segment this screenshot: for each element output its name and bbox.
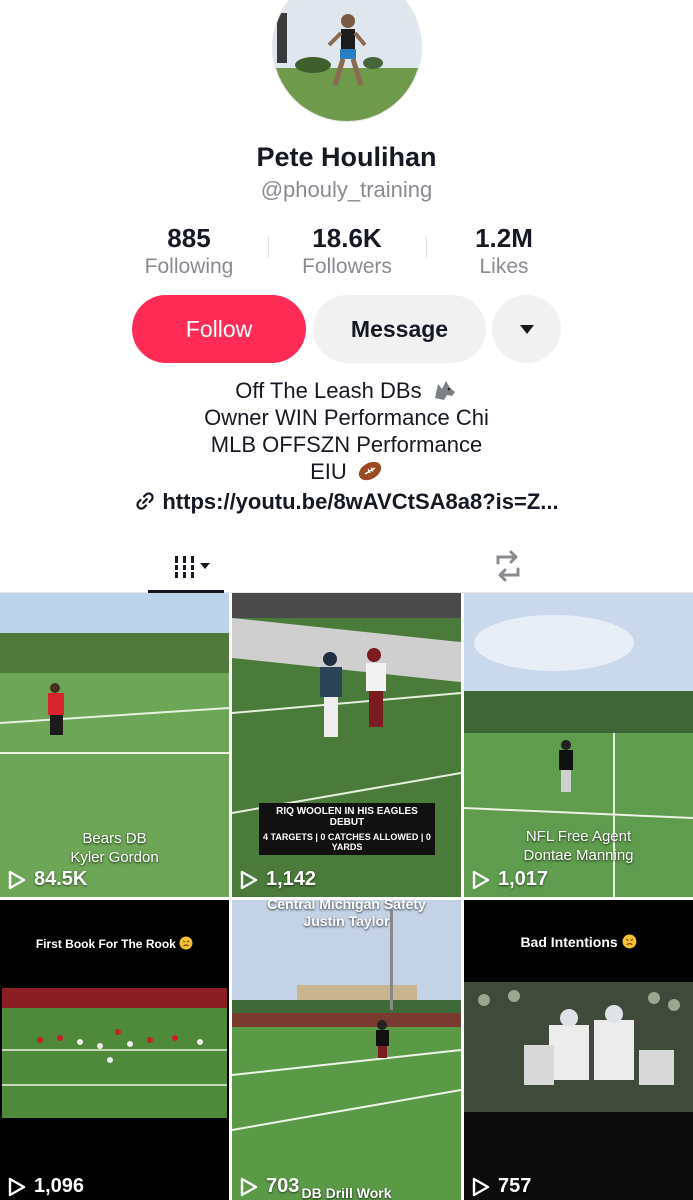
video-view-count: 1,096: [8, 1175, 84, 1198]
pensive-emoji-icon: [179, 936, 193, 950]
stat-following-value: 885: [167, 223, 211, 253]
bio-line-3: MLB OFFSZN Performance: [210, 432, 483, 457]
repost-icon[interactable]: [488, 546, 528, 586]
video-views-text: 1,096: [34, 1175, 85, 1197]
more-options-button[interactable]: [492, 295, 561, 363]
video-caption-line: Dontae Manning: [523, 847, 634, 864]
stat-likes[interactable]: 1.2M Likes: [424, 222, 584, 280]
profile-bio: Off The Leash DBs Owner WIN Performance …: [0, 377, 693, 485]
video-caption: Bad Intentions: [520, 934, 618, 950]
link-icon: [136, 492, 154, 510]
tab-videos[interactable]: [148, 538, 224, 593]
stat-likes-label: Likes: [479, 255, 529, 278]
chevron-down-icon: [519, 324, 534, 334]
video-tile[interactable]: NFL Free Agent Dontae Manning 1,017: [464, 593, 693, 897]
video-caption-line: Kyler Gordon: [70, 849, 159, 866]
video-tile[interactable]: Central Michigan Safety Justin Taylor DB…: [232, 900, 461, 1200]
video-tile[interactable]: Bears DB Kyler Gordon 84.5K: [0, 593, 229, 897]
bio-line-1: Off The Leash DBs: [235, 378, 422, 403]
profile-avatar[interactable]: [272, 0, 422, 122]
play-icon: [472, 870, 490, 889]
video-tile[interactable]: First Book For The Rook 1,096: [0, 900, 229, 1200]
play-icon: [240, 870, 258, 889]
chevron-down-icon: [200, 562, 210, 569]
video-view-count: 1,142: [240, 868, 316, 891]
stat-followers[interactable]: 18.6K Followers: [267, 222, 427, 280]
video-caption-line: Justin Taylor: [303, 913, 390, 929]
stat-following[interactable]: 885 Following: [109, 222, 269, 280]
play-icon: [8, 870, 26, 889]
video-view-count: 84.5K: [8, 868, 87, 891]
video-caption: First Book For The Rook: [35, 937, 176, 951]
video-thumbnail: [232, 900, 461, 1200]
stat-following-label: Following: [144, 255, 234, 278]
bio-link[interactable]: https://youtu.be/8wAVCtSA8a8?is=Z...: [0, 489, 693, 515]
stat-followers-label: Followers: [302, 255, 392, 278]
profile-tabs: [0, 538, 693, 593]
follow-button[interactable]: Follow: [132, 295, 306, 363]
bio-link-text: https://youtu.be/8wAVCtSA8a8?is=Z...: [162, 489, 559, 514]
video-views-text: 703: [266, 1175, 300, 1197]
video-caption-line: NFL Free Agent: [525, 828, 632, 845]
bio-line-2: Owner WIN Performance Chi: [204, 405, 489, 430]
video-banner-subtitle: 4 TARGETS | 0 CATCHES ALLOWED | 0 YARDS: [259, 829, 435, 855]
grid-icon: [173, 555, 210, 578]
video-views-text: 757: [498, 1175, 532, 1197]
pensive-emoji-icon: [622, 934, 637, 949]
play-icon: [240, 1177, 258, 1196]
profile-stats: 885 Following 18.6K Followers 1.2M Likes: [0, 222, 693, 282]
video-banner-title: RIQ WOOLEN IN HIS EAGLES DEBUT: [259, 803, 435, 831]
message-button[interactable]: Message: [313, 295, 486, 363]
stat-followers-value: 18.6K: [312, 223, 382, 253]
video-tile[interactable]: Bad Intentions 757: [464, 900, 693, 1200]
video-tile[interactable]: RIQ WOOLEN IN HIS EAGLES DEBUT 4 TARGETS…: [232, 593, 461, 897]
video-caption-line: Central Michigan Safety: [267, 900, 426, 912]
play-icon: [472, 1177, 490, 1196]
play-icon: [8, 1177, 26, 1196]
video-view-count: 703: [240, 1175, 299, 1198]
video-views-text: 1,017: [498, 868, 549, 890]
profile-name: Pete Houlihan: [256, 142, 437, 172]
wolf-emoji-icon: [434, 381, 455, 400]
video-views-text: 1,142: [266, 868, 317, 890]
video-view-count: 1,017: [472, 868, 548, 891]
bio-line-4: EIU: [310, 459, 347, 484]
video-view-count: 757: [472, 1175, 531, 1198]
stat-likes-value: 1.2M: [475, 223, 533, 253]
profile-handle: @phouly_training: [260, 177, 433, 202]
football-emoji-icon: [358, 461, 382, 481]
video-caption-line: Bears DB: [82, 830, 147, 847]
video-views-text: 84.5K: [34, 868, 88, 890]
